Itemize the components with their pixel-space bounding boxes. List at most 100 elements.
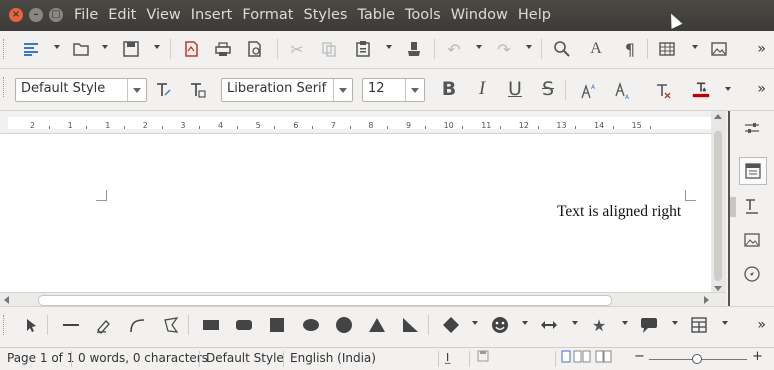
block-arrows-dropdown-arrow[interactable] — [572, 321, 578, 325]
chevron-down-icon[interactable] — [405, 79, 424, 101]
paste-dropdown-arrow[interactable] — [386, 45, 392, 49]
menu-insert[interactable]: Insert — [187, 0, 237, 31]
scroll-left-icon[interactable] — [4, 296, 9, 304]
zoom-out-button[interactable]: − — [634, 349, 645, 364]
callouts-dropdown-arrow[interactable] — [672, 321, 678, 325]
menu-tools[interactable]: Tools — [401, 0, 445, 31]
rounded-rectangle-icon[interactable] — [233, 314, 255, 336]
window-maximize-button[interactable]: □ — [49, 8, 63, 22]
gallery-icon[interactable] — [739, 227, 765, 253]
spelling-icon[interactable]: A — [585, 38, 607, 60]
styles-icon[interactable] — [739, 193, 765, 219]
menu-styles[interactable]: Styles — [299, 0, 351, 31]
basic-shapes-dropdown-arrow[interactable] — [472, 321, 478, 325]
redo-dropdown-arrow[interactable] — [526, 45, 532, 49]
open-dropdown-arrow[interactable] — [102, 45, 108, 49]
redo-icon[interactable]: ↷ — [493, 38, 515, 60]
font-name-combo[interactable]: Liberation Serif — [221, 78, 353, 102]
scroll-down-icon[interactable] — [714, 286, 722, 291]
chevron-down-icon[interactable] — [127, 79, 146, 101]
rectangle-icon[interactable] — [200, 314, 222, 336]
symbol-shapes-dropdown-arrow[interactable] — [522, 321, 528, 325]
document-text[interactable]: Text is aligned right — [557, 203, 681, 221]
cut-icon[interactable]: ✂ — [286, 38, 308, 60]
right-triangle-icon[interactable] — [399, 314, 421, 336]
clone-formatting-icon[interactable] — [403, 38, 425, 60]
menu-window[interactable]: Window — [447, 0, 512, 31]
line-icon[interactable] — [60, 314, 82, 336]
window-close-button[interactable]: × — [9, 8, 23, 22]
scroll-right-icon[interactable] — [704, 296, 709, 304]
subscript-icon[interactable]: A — [612, 80, 634, 102]
toolbar-overflow-icon[interactable]: » — [757, 317, 766, 333]
horizontal-ruler[interactable]: 2 1 1 2 3 4 5 6 7 8 9 10 11 12 13 14 15 — [0, 111, 717, 134]
book-view-icon[interactable] — [595, 350, 613, 366]
menu-file[interactable]: File — [70, 0, 102, 31]
page-style[interactable]: Default Style — [206, 351, 284, 365]
new-dropdown-arrow[interactable] — [54, 45, 60, 49]
undo-dropdown-arrow[interactable] — [476, 45, 482, 49]
print-preview-icon[interactable] — [244, 38, 266, 60]
strikethrough-button[interactable]: S — [536, 78, 560, 102]
insert-image-icon[interactable] — [708, 38, 730, 60]
menu-table[interactable]: Table — [353, 0, 399, 31]
circle-icon[interactable] — [333, 314, 355, 336]
italic-button[interactable]: I — [470, 78, 494, 102]
paste-icon[interactable] — [352, 38, 374, 60]
word-count[interactable]: 0 words, 0 characters — [78, 351, 208, 365]
multi-page-view-icon[interactable] — [573, 350, 591, 366]
toolbar-grip[interactable] — [3, 315, 6, 335]
insert-table-icon[interactable] — [656, 38, 678, 60]
font-color-dropdown-arrow[interactable] — [725, 87, 731, 91]
symbol-shapes-icon[interactable] — [489, 314, 511, 336]
underline-button[interactable]: U — [503, 78, 527, 102]
open-folder-icon[interactable] — [70, 38, 92, 60]
select-pointer-icon[interactable] — [20, 314, 42, 336]
page-icon[interactable] — [739, 157, 767, 185]
polygon-icon[interactable] — [160, 314, 182, 336]
table-dropdown-arrow[interactable] — [692, 45, 698, 49]
bold-button[interactable]: B — [437, 78, 461, 102]
toolbar-grip[interactable] — [3, 77, 6, 97]
menu-view[interactable]: View — [142, 0, 184, 31]
superscript-icon[interactable]: A — [578, 80, 600, 102]
menu-edit[interactable]: Edit — [104, 0, 140, 31]
page-count[interactable]: Page 1 of 1 — [7, 351, 74, 365]
copy-icon[interactable] — [318, 38, 340, 60]
vertical-scroll-thumb[interactable] — [714, 131, 722, 281]
menu-help[interactable]: Help — [514, 0, 555, 31]
toolbar-grip[interactable] — [3, 39, 6, 59]
block-arrows-icon[interactable] — [538, 314, 560, 336]
properties-icon[interactable] — [739, 115, 765, 141]
zoom-slider-handle[interactable] — [692, 354, 702, 364]
text-language[interactable]: English (India) — [290, 351, 376, 365]
zoom-in-button[interactable]: + — [752, 349, 763, 364]
horizontal-scrollbar[interactable] — [0, 292, 726, 306]
scroll-up-icon[interactable] — [714, 114, 722, 119]
font-color-icon[interactable] — [690, 78, 712, 100]
document-page[interactable]: Text is aligned right — [0, 134, 711, 292]
square-icon[interactable] — [266, 314, 288, 336]
export-pdf-icon[interactable] — [180, 38, 202, 60]
flowchart-dropdown-arrow[interactable] — [722, 321, 728, 325]
horizontal-scroll-thumb[interactable] — [38, 295, 612, 306]
callouts-icon[interactable] — [638, 314, 660, 336]
new-document-icon[interactable] — [20, 38, 42, 60]
window-minimize-button[interactable]: – — [29, 8, 43, 22]
print-icon[interactable] — [212, 38, 234, 60]
stars-dropdown-arrow[interactable] — [622, 321, 628, 325]
clear-formatting-icon[interactable] — [652, 80, 674, 102]
save-icon[interactable] — [120, 38, 142, 60]
flowchart-icon[interactable] — [688, 314, 710, 336]
formatting-marks-icon[interactable]: ¶ — [619, 38, 641, 60]
ellipse-icon[interactable] — [300, 314, 322, 336]
single-page-view-icon[interactable] — [561, 350, 571, 366]
insert-mode-icon[interactable]: I̲ — [446, 351, 449, 364]
chevron-down-icon[interactable] — [333, 79, 352, 101]
paragraph-style-combo[interactable]: Default Style — [15, 78, 147, 102]
basic-shapes-icon[interactable] — [440, 314, 462, 336]
undo-icon[interactable]: ↶ — [443, 38, 465, 60]
menu-format[interactable]: Format — [238, 0, 297, 31]
toolbar-overflow-icon[interactable]: » — [757, 81, 766, 97]
curve-icon[interactable] — [126, 314, 148, 336]
